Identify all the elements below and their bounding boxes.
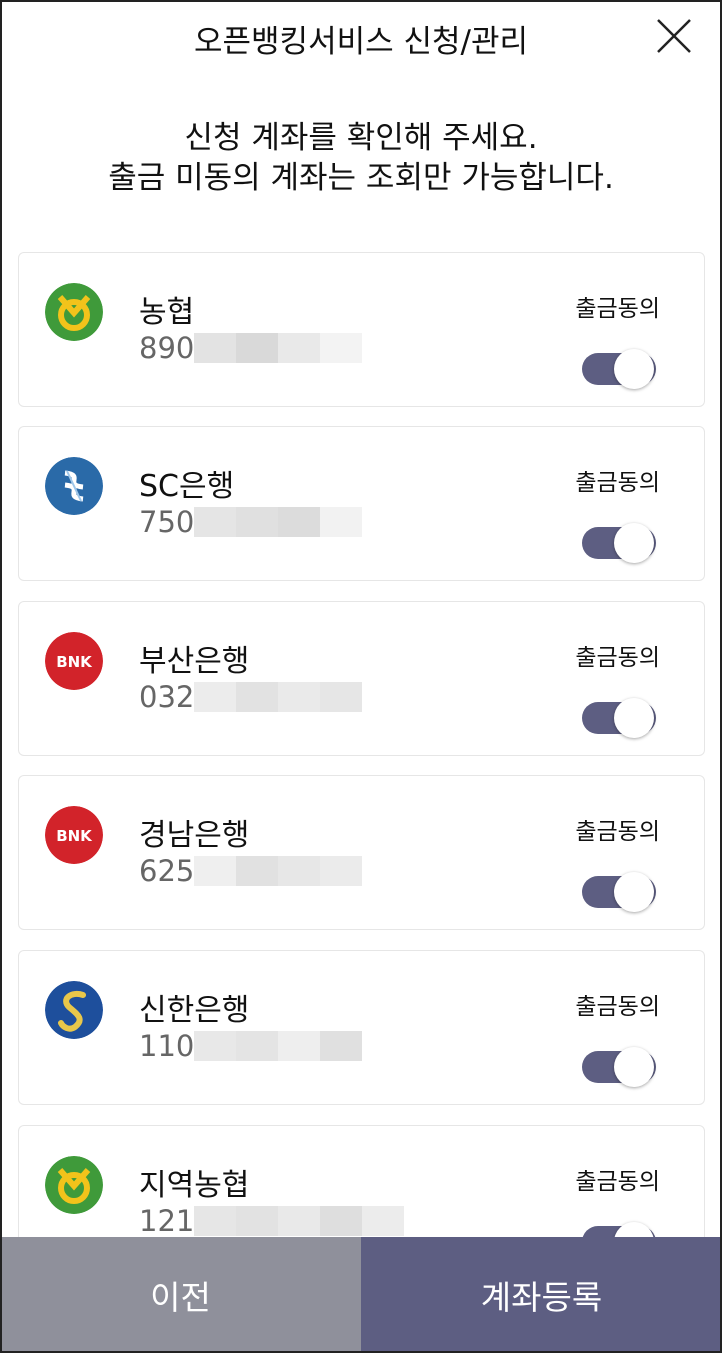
masked-account-digits (194, 1031, 363, 1061)
instruction-line-2: 출금 미동의 계좌는 조회만 가능합니다. (108, 160, 614, 196)
withdraw-consent-label: 출금동의 (575, 645, 660, 671)
bnk-logo-icon: BNK (45, 806, 103, 864)
account-number-prefix: 121 (139, 1204, 195, 1237)
toggle-knob (614, 698, 654, 738)
header: 오픈뱅킹서비스 신청/관리 (0, 0, 722, 80)
bank-name: 부산은행 (139, 644, 250, 679)
account-number-prefix: 032 (139, 680, 195, 714)
withdraw-consent-label: 출금동의 (575, 819, 660, 845)
account-card: 지역농협 121 출금동의 (18, 1125, 705, 1237)
bank-name: 경남은행 (139, 818, 250, 853)
toggle-knob (614, 1222, 654, 1237)
withdraw-consent-toggle[interactable] (582, 698, 658, 738)
account-card: BNK 경남은행 625 출금동의 (18, 775, 705, 930)
withdraw-consent-label: 출금동의 (575, 994, 660, 1020)
bank-name: 지역농협 (139, 1168, 250, 1203)
toggle-knob (614, 349, 654, 389)
account-number-prefix: 625 (139, 854, 195, 888)
instruction-line-1: 신청 계좌를 확인해 주세요. (184, 120, 538, 156)
masked-account-digits (194, 856, 363, 886)
bank-name: 신한은행 (139, 993, 250, 1028)
instruction-text: 신청 계좌를 확인해 주세요. 출금 미동의 계좌는 조회만 가능합니다. (0, 118, 722, 198)
account-number-prefix: 110 (139, 1029, 195, 1063)
masked-account-digits (194, 507, 363, 537)
register-account-button[interactable]: 계좌등록 (361, 1237, 722, 1353)
bank-name: SC은행 (139, 469, 235, 504)
account-number: 750 (139, 505, 363, 539)
sc-logo-icon (45, 457, 103, 515)
toggle-knob (614, 523, 654, 563)
account-card: 신한은행 110 출금동의 (18, 950, 705, 1105)
account-number: 890 (139, 331, 363, 365)
bottom-action-bar: 이전 계좌등록 (0, 1237, 722, 1353)
account-card: SC은행 750 출금동의 (18, 426, 705, 581)
account-number-prefix: 890 (139, 331, 195, 365)
masked-account-digits (194, 333, 363, 363)
withdraw-consent-toggle[interactable] (582, 349, 658, 389)
account-card: BNK 부산은행 032 출금동의 (18, 601, 705, 756)
close-icon[interactable] (652, 14, 696, 58)
account-list[interactable]: 농협 890 출금동의 SC은행 750 출금동의 BNK 부산은행 032 출… (18, 252, 705, 1237)
withdraw-consent-toggle[interactable] (582, 523, 658, 563)
page-title: 오픈뱅킹서비스 신청/관리 (193, 24, 529, 60)
prev-button[interactable]: 이전 (0, 1237, 361, 1353)
svg-text:BNK: BNK (56, 827, 93, 845)
toggle-knob (614, 872, 654, 912)
toggle-knob (614, 1047, 654, 1087)
svg-text:BNK: BNK (56, 653, 93, 671)
withdraw-consent-label: 출금동의 (575, 1169, 660, 1195)
bnk-logo-icon: BNK (45, 632, 103, 690)
account-card: 농협 890 출금동의 (18, 252, 705, 407)
withdraw-consent-toggle[interactable] (582, 1222, 658, 1237)
withdraw-consent-toggle[interactable] (582, 1047, 658, 1087)
account-number-prefix: 750 (139, 505, 195, 539)
bank-name: 농협 (139, 295, 195, 330)
shinhan-logo-icon (45, 981, 103, 1039)
withdraw-consent-label: 출금동의 (575, 296, 660, 322)
account-number: 625 (139, 854, 363, 888)
withdraw-consent-label: 출금동의 (575, 470, 660, 496)
nh-logo-icon (45, 1156, 103, 1214)
account-number: 110 (139, 1029, 363, 1063)
withdraw-consent-toggle[interactable] (582, 872, 658, 912)
masked-account-digits (194, 682, 363, 712)
masked-account-digits (194, 1206, 405, 1236)
nh-logo-icon (45, 283, 103, 341)
account-number: 121 (139, 1204, 405, 1237)
account-number: 032 (139, 680, 363, 714)
